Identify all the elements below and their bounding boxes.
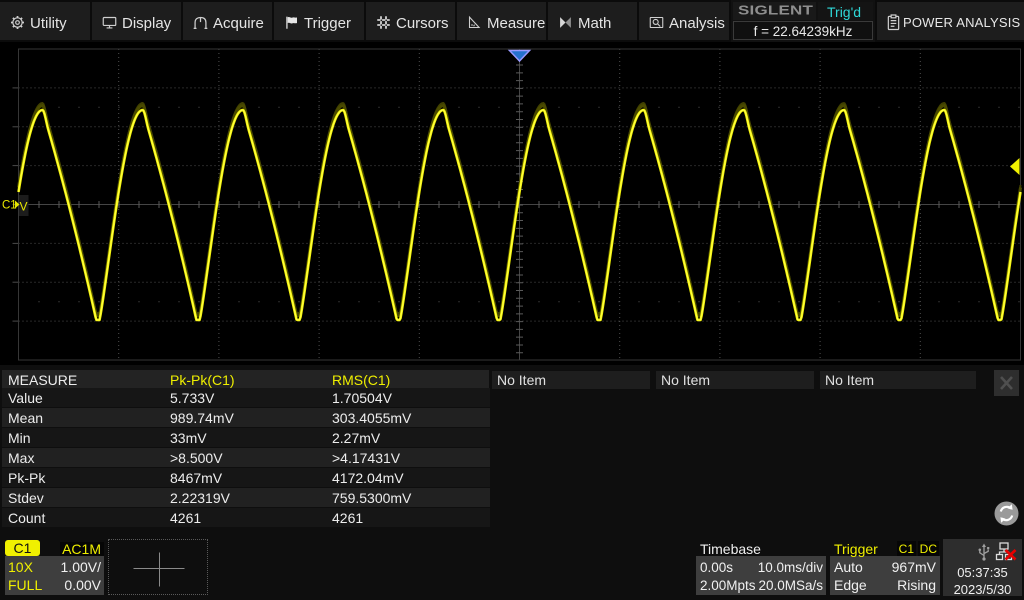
svg-text:C1: C1	[2, 200, 17, 212]
svg-text:V: V	[20, 200, 28, 214]
